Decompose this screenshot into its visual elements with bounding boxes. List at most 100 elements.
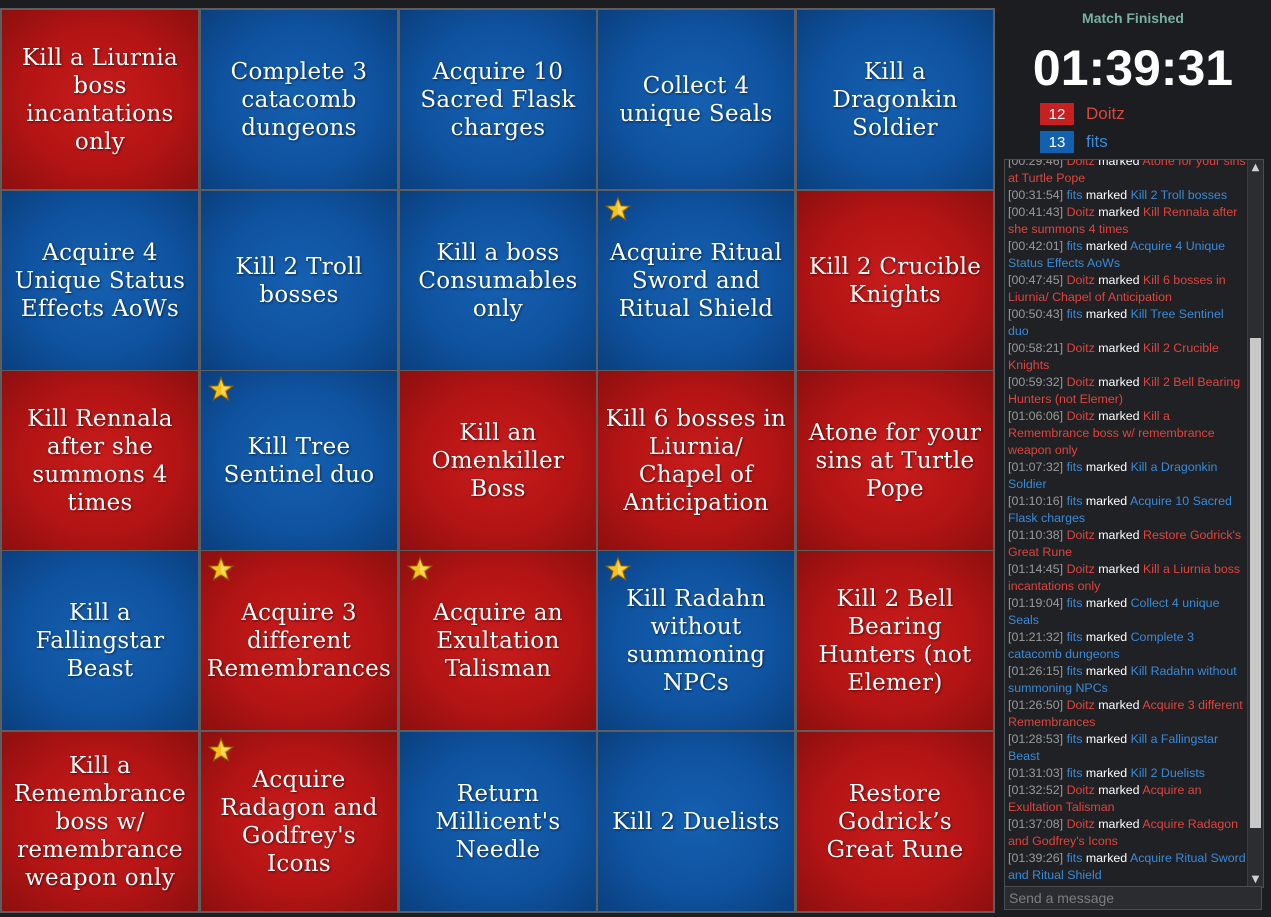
bingo-cell[interactable]: Kill 2 Troll bosses [201,191,397,370]
log-time: [00:58:21] [1008,341,1067,355]
cell-goal-text: Kill a boss Consumables only [418,239,578,322]
log-entry: [01:10:16] fits marked Acquire 10 Sacred… [1008,493,1246,527]
chat-log[interactable]: [00:29:46] Doitz marked Atone for your s… [1004,159,1264,888]
bingo-cell[interactable]: Return Millicent's Needle [400,732,596,911]
bingo-cell[interactable]: Acquire 4 Unique Status Effects AoWs [2,191,198,370]
bingo-cell[interactable]: Acquire 10 Sacred Flask charges [400,10,596,189]
log-time: [00:47:45] [1008,273,1067,287]
cell-goal-text: Atone for your sins at Turtle Pope [808,419,982,502]
log-player: Doitz [1066,341,1095,355]
log-time: [01:10:16] [1008,494,1067,508]
cell-goal-text: Acquire Radagon and Godfrey's Icons [220,766,378,877]
bingo-cell[interactable]: Kill a boss Consumables only [400,191,596,370]
log-entry: [01:37:08] Doitz marked Acquire Radagon … [1008,816,1246,850]
bingo-cell[interactable]: Kill a Liurnia boss incantations only [2,10,198,189]
match-sidebar: Match Finished 01:39:31 12 Doitz 13 fits… [1002,0,1271,917]
cell-goal-text: Kill a Remembrance boss w/ remembrance w… [13,752,187,891]
log-verb: marked [1094,205,1143,219]
bingo-cell[interactable]: Acquire an Exultation Talisman [400,551,596,730]
bingo-cell[interactable]: Kill a Remembrance boss w/ remembrance w… [2,732,198,911]
log-time: [00:59:32] [1008,375,1067,389]
log-time: [01:32:52] [1008,783,1067,797]
log-player: Doitz [1066,205,1095,219]
log-goal: Kill 2 Duelists [1130,766,1205,780]
cell-goal-text: Acquire 4 Unique Status Effects AoWs [14,239,186,322]
cell-goal-text: Kill Radahn without summoning NPCs [626,585,766,696]
cell-goal-text: Kill Tree Sentinel duo [223,433,375,488]
bingo-cell[interactable]: Kill 2 Crucible Knights [797,191,993,370]
log-entry: [00:50:43] fits marked Kill Tree Sentine… [1008,306,1246,340]
bingo-cell[interactable]: Kill 6 bosses in Liurnia/ Chapel of Anti… [598,371,794,550]
log-verb: marked [1082,851,1130,865]
message-input[interactable]: Send a message [1004,886,1262,910]
log-time: [01:39:26] [1008,851,1067,865]
log-entry: [01:06:06] Doitz marked Kill a Remembran… [1008,408,1246,459]
log-player: Doitz [1066,698,1095,712]
log-verb: marked [1082,596,1131,610]
log-time: [01:10:38] [1008,528,1067,542]
bingo-cell[interactable]: Acquire Radagon and Godfrey's Icons [201,732,397,911]
bingo-cell[interactable]: Kill Rennala after she summons 4 times [2,371,198,550]
scroll-down-arrow-icon[interactable]: ▼ [1248,872,1263,887]
log-entry: [00:31:54] fits marked Kill 2 Troll boss… [1008,187,1246,204]
bingo-cell[interactable]: Acquire Ritual Sword and Ritual Shield [598,191,794,370]
log-entry: [01:10:38] Doitz marked Restore Godrick'… [1008,527,1246,561]
log-entry: [00:59:32] Doitz marked Kill 2 Bell Bear… [1008,374,1246,408]
log-player: Doitz [1066,783,1095,797]
bingo-cell[interactable]: Collect 4 unique Seals [598,10,794,189]
cell-goal-text: Acquire Ritual Sword and Ritual Shield [609,239,783,322]
star-icon [207,556,235,582]
cell-goal-text: Kill 2 Bell Bearing Hunters (not Elemer) [818,585,972,696]
log-player: Doitz [1066,817,1095,831]
bingo-cell[interactable]: Kill a Fallingstar Beast [2,551,198,730]
cell-goal-text: Acquire 10 Sacred Flask charges [420,58,576,141]
log-entry: [00:58:21] Doitz marked Kill 2 Crucible … [1008,340,1246,374]
log-entry: [00:41:43] Doitz marked Kill Rennala aft… [1008,204,1246,238]
log-entry: [01:19:04] fits marked Collect 4 unique … [1008,595,1246,629]
log-verb: marked [1082,460,1131,474]
bingo-cell[interactable]: Kill Radahn without summoning NPCs [598,551,794,730]
player-name: Doitz [1086,104,1125,123]
log-time: [00:42:01] [1008,239,1067,253]
log-time: [01:14:45] [1008,562,1067,576]
log-time: [00:31:54] [1008,188,1067,202]
scroll-thumb[interactable] [1250,338,1261,828]
chat-scrollbar[interactable]: ▲ ▼ [1247,160,1263,887]
log-verb: marked [1082,630,1131,644]
scroll-up-arrow-icon[interactable]: ▲ [1248,160,1263,175]
log-player: fits [1066,460,1083,474]
bingo-cell[interactable]: Kill a Dragonkin Soldier [797,10,993,189]
bingo-cell[interactable]: Kill Tree Sentinel duo [201,371,397,550]
star-icon [207,737,235,763]
cell-goal-text: Collect 4 unique Seals [619,72,773,127]
log-time: [01:26:50] [1008,698,1067,712]
star-icon [604,196,632,222]
log-player: fits [1066,630,1083,644]
match-status: Match Finished [1082,10,1184,26]
bingo-cell[interactable]: Atone for your sins at Turtle Pope [797,371,993,550]
log-entry: [01:31:03] fits marked Kill 2 Duelists [1008,765,1246,782]
log-verb: marked [1094,375,1143,389]
bingo-cell[interactable]: Kill an Omenkiller Boss [400,371,596,550]
cell-goal-text: Kill a Liurnia boss incantations only [21,44,179,155]
cell-goal-text: Kill 2 Troll bosses [235,253,363,308]
log-verb: marked [1094,698,1143,712]
log-time: [01:07:32] [1008,460,1067,474]
bingo-cell[interactable]: Restore Godrick’s Great Rune [797,732,993,911]
bingo-cell[interactable]: Kill 2 Duelists [598,732,794,911]
cell-goal-text: Kill a Fallingstar Beast [35,599,165,682]
bingo-cell[interactable]: Acquire 3 different Remembrances [201,551,397,730]
match-timer: 01:39:31 [1032,40,1234,96]
log-verb: marked [1094,817,1143,831]
log-player: Doitz [1066,528,1095,542]
log-verb: marked [1094,159,1143,168]
log-entry: [00:29:46] Doitz marked Atone for your s… [1008,159,1246,187]
log-verb: marked [1082,664,1131,678]
bingo-cell[interactable]: Complete 3 catacomb dungeons [201,10,397,189]
log-verb: marked [1082,732,1131,746]
log-entry: [01:26:50] Doitz marked Acquire 3 differ… [1008,697,1246,731]
cell-goal-text: Acquire 3 different Remembrances [206,599,392,682]
log-time: [01:21:32] [1008,630,1067,644]
log-verb: marked [1094,528,1143,542]
bingo-cell[interactable]: Kill 2 Bell Bearing Hunters (not Elemer) [797,551,993,730]
